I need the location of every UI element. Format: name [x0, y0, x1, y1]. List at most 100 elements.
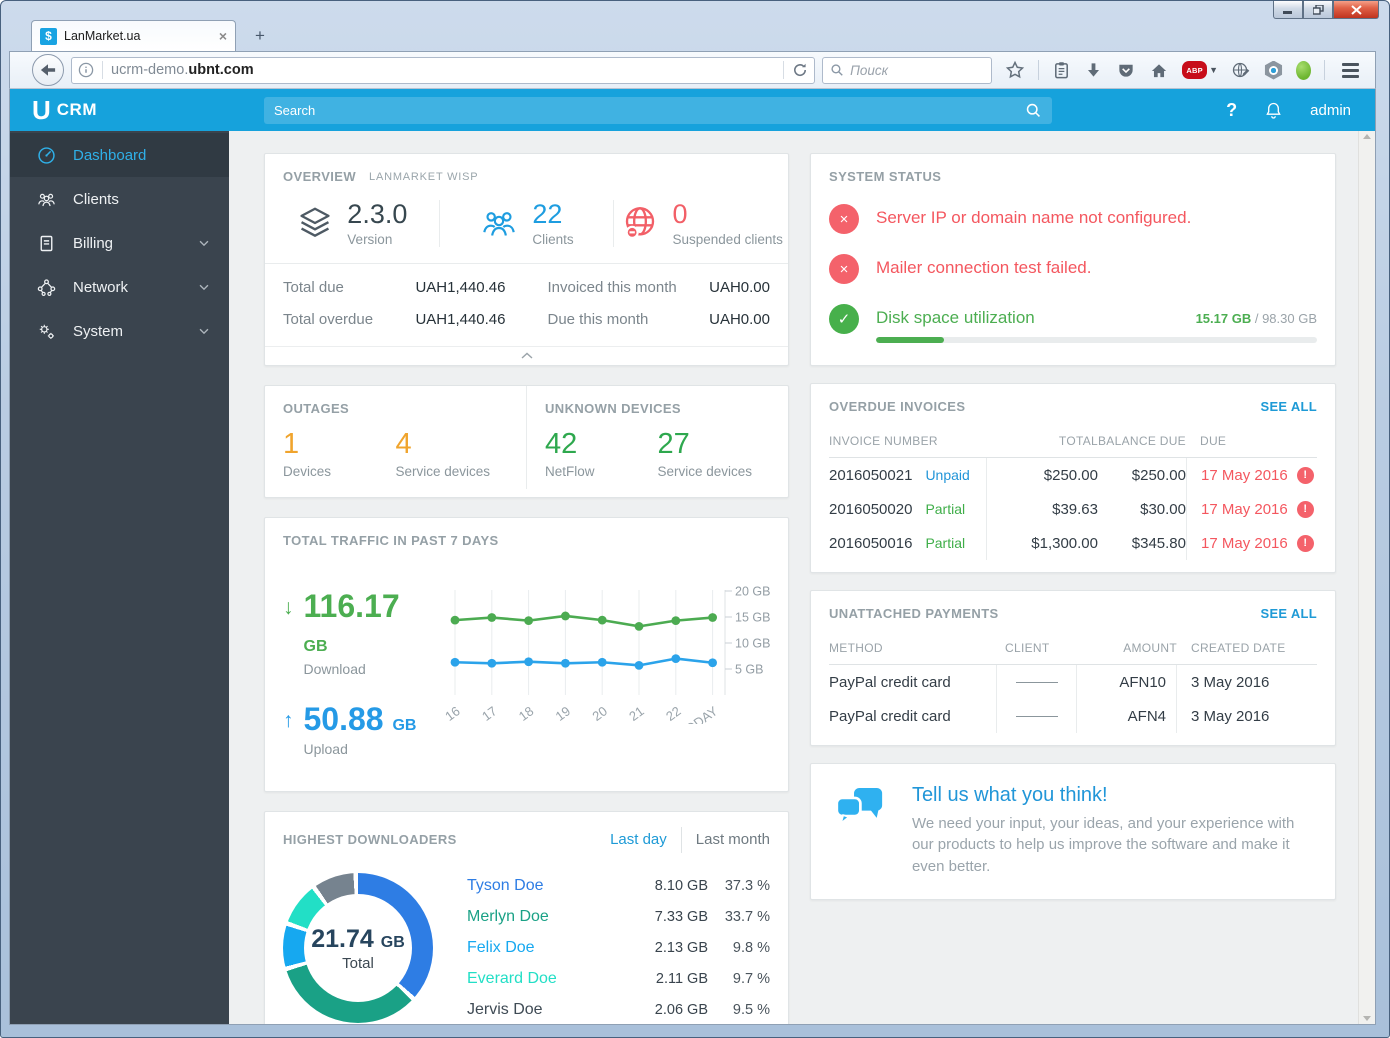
sidebar-item-network[interactable]: Network	[10, 265, 229, 309]
notifications-bell-icon[interactable]	[1263, 100, 1284, 121]
dashboard-content: OVERVIEW LANMARKET WISP 2.3.0 Version 22…	[229, 131, 1375, 1024]
chevron-down-icon	[199, 328, 209, 335]
empty-client-dash	[1015, 681, 1058, 683]
status-disk-row: ✓ Disk space utilization 15.17 GB / 98.3…	[811, 294, 1335, 353]
overview-collapse-button[interactable]	[265, 345, 788, 365]
tab-last-day[interactable]: Last day	[610, 831, 667, 848]
page-scrollbar[interactable]	[1358, 131, 1375, 1024]
ucrm-logo[interactable]: U CRM	[10, 97, 229, 123]
overdue-badge-icon: !	[1296, 466, 1314, 484]
check-icon: ✓	[829, 304, 859, 334]
back-button[interactable]	[32, 54, 64, 86]
pocket-icon[interactable]	[1116, 61, 1136, 80]
layers-icon	[300, 207, 330, 238]
network-nodes-icon	[37, 278, 56, 296]
ucrm-search-input[interactable]: Search	[264, 96, 1052, 124]
url-bar[interactable]: ucrm-demo.ubnt.com	[71, 56, 816, 84]
feedback-title[interactable]: Tell us what you think!	[912, 784, 1311, 807]
see-all-link[interactable]: SEE ALL	[1260, 399, 1317, 414]
sidebar-item-system[interactable]: System	[10, 309, 229, 353]
browser-tab[interactable]: $ LanMarket.ua ×	[31, 20, 236, 51]
bookmark-star-icon[interactable]	[1005, 60, 1025, 80]
downloader-name-4[interactable]: Jervis Doe	[467, 1001, 616, 1019]
overview-row: Invoiced this month UAH0.00	[547, 279, 771, 297]
sidebar-item-dashboard[interactable]: Dashboard	[10, 133, 229, 177]
download-arrow-icon: ↓	[283, 596, 294, 620]
traffic-chart-svg: 16 17 18 19 20 21 22TODAY 5 GB 10 GB 15 GB 20 GB	[442, 585, 770, 742]
see-all-link[interactable]: SEE ALL	[1260, 606, 1317, 621]
invoice-row: 2016050021 Unpaid $250.00 $250.00 17 May …	[829, 458, 1317, 492]
payment-row: PayPal credit card AFN10 3 May 2016	[829, 665, 1317, 699]
downloader-row: Jervis Doe 2.06 GB 9.5 %	[467, 1001, 770, 1019]
home-icon[interactable]	[1149, 61, 1169, 80]
system-status-card: SYSTEM STATUS × Server IP or domain name…	[810, 153, 1336, 366]
upload-arrow-icon: ↑	[283, 709, 294, 733]
page-viewport: U CRM Search ? admin Dashboard Clients B…	[9, 89, 1376, 1025]
payment-row: PayPal credit card AFN4 3 May 2016	[829, 699, 1317, 733]
unknown-netflow: 42 NetFlow	[545, 427, 595, 480]
adblock-button[interactable]: ABP ▼	[1182, 61, 1218, 79]
error-x-icon: ×	[829, 254, 859, 284]
user-menu[interactable]: admin	[1310, 102, 1351, 119]
downloader-name-2[interactable]: Felix Doe	[467, 939, 616, 957]
svg-text:17: 17	[479, 703, 500, 724]
overview-card: OVERVIEW LANMARKET WISP 2.3.0 Version 22…	[264, 153, 789, 366]
card-title: OVERVIEW	[283, 169, 357, 184]
downloaders-donut-chart: 21.74 GB Total	[283, 873, 433, 1024]
menu-button[interactable]	[1338, 62, 1367, 78]
extension-eye-icon[interactable]	[1264, 60, 1283, 80]
new-tab-button[interactable]: +	[247, 25, 273, 47]
stat-clients: 22 Clients	[438, 199, 614, 247]
minimize-button[interactable]	[1273, 1, 1303, 19]
payments-table-header: METHOD CLIENT AMOUNT CREATED DATE	[829, 631, 1317, 665]
tab-title: LanMarket.ua	[64, 29, 141, 43]
outage-service-devices: 4 Service devices	[395, 427, 491, 480]
svg-text:22: 22	[663, 703, 684, 724]
clients-icon	[38, 193, 55, 206]
svg-text:20 GB: 20 GB	[735, 585, 770, 599]
restore-button[interactable]	[1303, 1, 1333, 19]
downloader-name-3[interactable]: Everard Doe	[467, 970, 616, 988]
close-icon	[1350, 4, 1362, 15]
toolbar-divider	[1324, 60, 1325, 80]
empty-client-dash	[1015, 715, 1058, 717]
invoice-number[interactable]: 2016050020	[829, 501, 912, 518]
feedback-body: We need your input, your ideas, and your…	[911, 815, 1295, 875]
translate-globe-icon[interactable]	[1231, 60, 1251, 80]
invoice-number[interactable]: 2016050016	[829, 535, 912, 552]
help-button[interactable]: ?	[1226, 100, 1237, 121]
overview-row: Total overdue UAH1,440.46	[283, 311, 506, 329]
invoice-row: 2016050020 Partial $39.63 $30.00 17 May 2…	[829, 492, 1317, 526]
tab-close-icon[interactable]: ×	[219, 28, 227, 44]
scroll-up-icon[interactable]	[1363, 134, 1371, 139]
status-error-row: × Server IP or domain name not configure…	[811, 194, 1335, 244]
reload-icon[interactable]	[792, 62, 808, 78]
invoice-number[interactable]: 2016050021	[829, 467, 912, 484]
browser-search-field[interactable]: Поиск	[822, 56, 993, 84]
invoices-table-header: INVOICE NUMBER TOTAL BALANCE DUE DUE	[829, 424, 1317, 458]
close-button[interactable]	[1333, 1, 1379, 19]
reading-list-icon[interactable]	[1052, 60, 1071, 80]
toolbar-divider	[1038, 60, 1040, 80]
card-title: SYSTEM STATUS	[829, 169, 942, 184]
extension-green-icon[interactable]	[1296, 60, 1311, 80]
downloads-icon[interactable]	[1084, 61, 1103, 80]
sidebar-item-billing[interactable]: Billing	[10, 221, 229, 265]
chat-bubbles-icon	[835, 787, 883, 826]
svg-text:TODAY: TODAY	[676, 703, 720, 724]
sidebar-item-clients[interactable]: Clients	[10, 177, 229, 221]
tab-last-month[interactable]: Last month	[696, 831, 770, 848]
overdue-badge-icon: !	[1296, 500, 1314, 518]
info-icon[interactable]	[78, 62, 94, 78]
scroll-down-icon[interactable]	[1363, 1016, 1371, 1021]
restore-icon	[1312, 4, 1324, 15]
invoice-status-0: Unpaid	[925, 467, 970, 483]
ucrm-search-placeholder: Search	[274, 102, 316, 118]
card-title: TOTAL TRAFFIC IN PAST 7 DAYS	[283, 533, 499, 549]
url-text[interactable]: ucrm-demo.ubnt.com	[111, 62, 775, 78]
svg-text:16: 16	[442, 703, 463, 724]
card-title: OVERDUE INVOICES	[829, 399, 966, 414]
downloader-name-0[interactable]: Tyson Doe	[467, 877, 616, 895]
downloader-name-1[interactable]: Merlyn Doe	[467, 908, 616, 926]
outages-card: OUTAGES 1 Devices 4 Service devices UNKN…	[264, 384, 789, 499]
